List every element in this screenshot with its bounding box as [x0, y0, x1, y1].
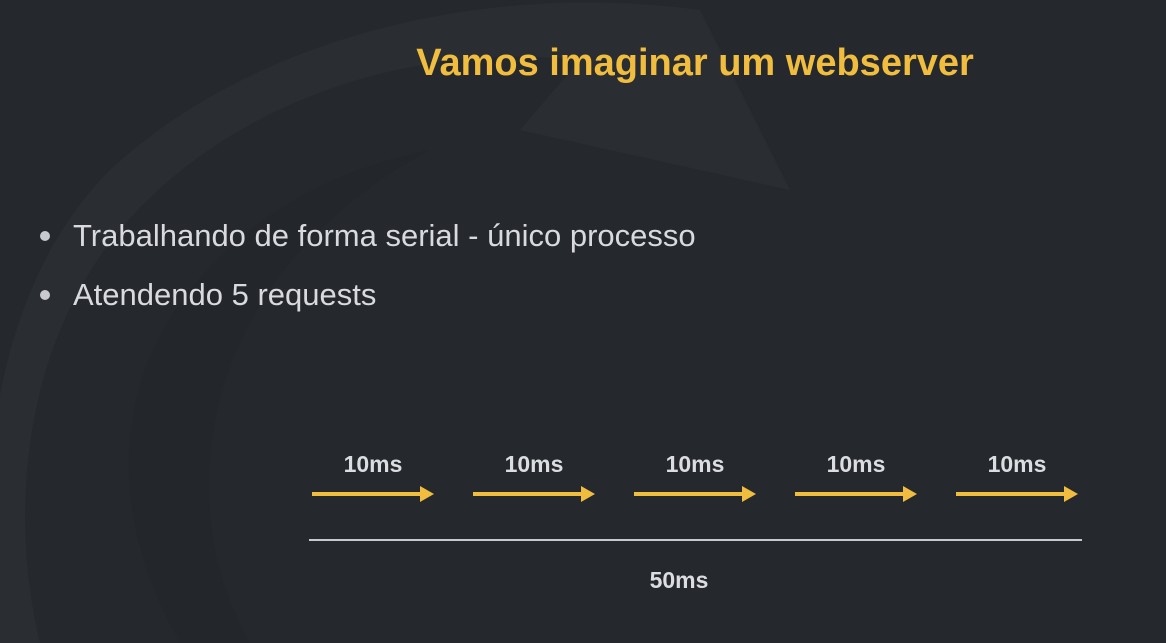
timeline-diagram: 10ms 10ms 10ms 10ms 10ms 50ms — [309, 451, 1082, 593]
timeline-segment: 10ms — [634, 451, 756, 502]
arrow-right-icon — [903, 486, 917, 502]
slide: Vamos imaginar um webserver Trabalhando … — [0, 0, 1166, 643]
segments-group: 10ms 10ms 10ms 10ms 10ms — [312, 451, 1078, 502]
segment-duration-label: 10ms — [344, 451, 403, 477]
timeline-segment: 10ms — [473, 451, 595, 502]
arrow-right-icon — [742, 486, 756, 502]
arrow-right-icon — [1064, 486, 1078, 502]
arrow-right-icon — [581, 486, 595, 502]
timeline-segment: 10ms — [312, 451, 434, 502]
segment-duration-label: 10ms — [505, 451, 564, 477]
timeline-segment: 10ms — [795, 451, 917, 502]
timeline-segment: 10ms — [956, 451, 1078, 502]
total-duration-label: 50ms — [650, 567, 709, 593]
arrow-right-icon — [420, 486, 434, 502]
segment-duration-label: 10ms — [666, 451, 725, 477]
segment-duration-label: 10ms — [988, 451, 1047, 477]
segment-duration-label: 10ms — [827, 451, 886, 477]
